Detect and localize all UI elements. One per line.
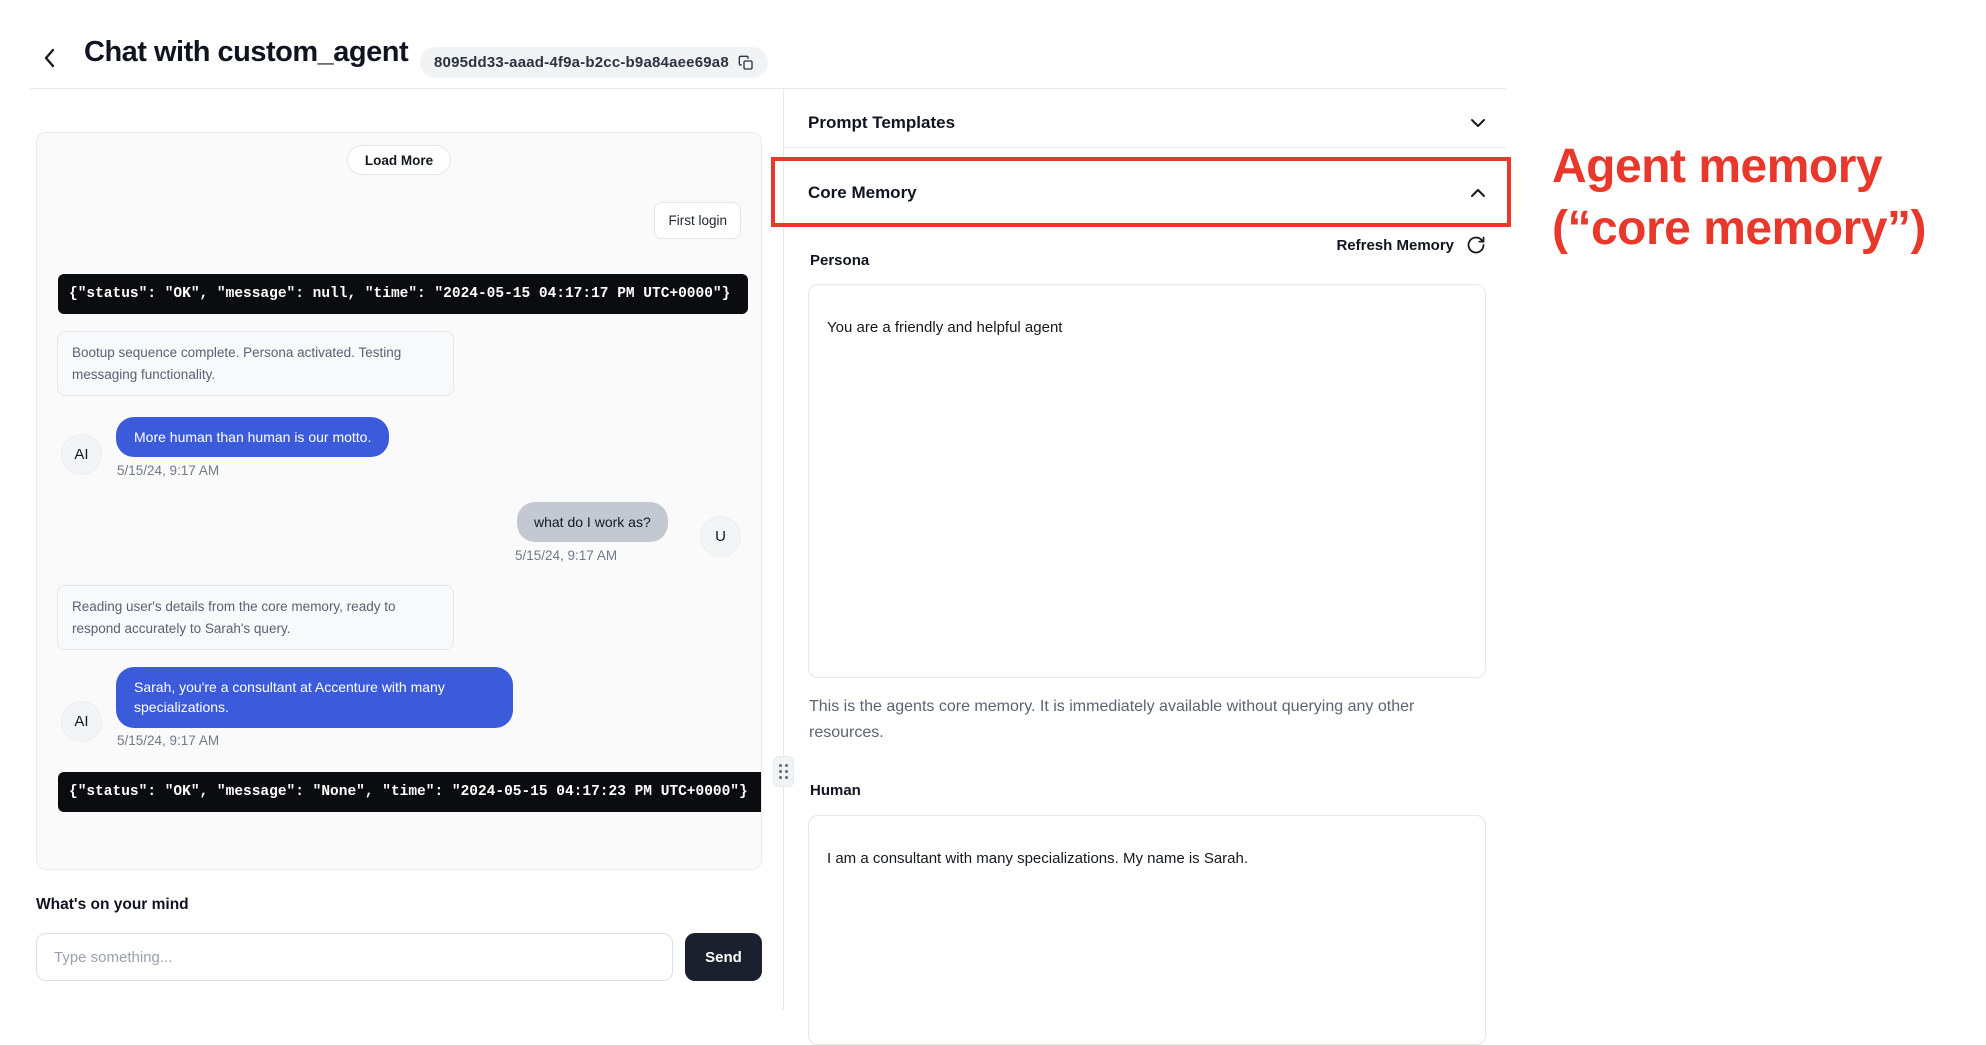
page-title: Chat with custom_agent (84, 36, 408, 69)
send-button[interactable]: Send (685, 933, 762, 981)
refresh-icon (1466, 235, 1486, 255)
message-timestamp: 5/15/24, 9:17 AM (117, 733, 219, 748)
copy-icon[interactable] (738, 55, 754, 71)
core-memory-title: Core Memory (808, 183, 917, 203)
inner-monologue-message: Bootup sequence complete. Persona activa… (57, 331, 454, 396)
agent-id-value: 8095dd33-aaad-4f9a-b2cc-b9a84aee69a8 (434, 54, 729, 71)
refresh-memory-button[interactable]: Refresh Memory (808, 232, 1486, 258)
composer-heading: What's on your mind (36, 896, 189, 914)
message-input[interactable] (36, 933, 673, 981)
section-divider (784, 147, 1506, 148)
ai-message-bubble: Sarah, you're a consultant at Accenture … (116, 667, 513, 728)
prompt-templates-section-header[interactable]: Prompt Templates (808, 101, 1486, 145)
persona-textarea[interactable]: You are a friendly and helpful agent (808, 284, 1486, 678)
user-avatar: U (700, 516, 741, 557)
ai-avatar: AI (61, 434, 102, 475)
user-message-bubble: what do I work as? (517, 502, 668, 542)
human-label: Human (810, 782, 861, 799)
message-timestamp: 5/15/24, 9:17 AM (117, 463, 219, 478)
function-result-message: {"status": "OK", "message": null, "time"… (58, 274, 748, 314)
core-memory-section-header[interactable]: Core Memory (808, 171, 1486, 215)
agent-id-badge: 8095dd33-aaad-4f9a-b2cc-b9a84aee69a8 (420, 47, 768, 78)
back-button[interactable] (36, 44, 64, 72)
header-divider (30, 88, 1506, 89)
annotation-line-2: (“core memory”) (1552, 198, 1926, 260)
resize-handle[interactable] (773, 756, 794, 787)
refresh-memory-label: Refresh Memory (1336, 237, 1454, 254)
chevron-down-icon[interactable] (1470, 118, 1486, 128)
core-memory-description: This is the agents core memory. It is im… (809, 694, 1464, 745)
ai-avatar: AI (61, 701, 102, 742)
annotation-text: Agent memory (“core memory”) (1552, 136, 1926, 261)
function-result-message: {"status": "OK", "message": "None", "tim… (58, 772, 762, 812)
inner-monologue-message: Reading user's details from the core mem… (57, 585, 454, 650)
human-textarea[interactable]: I am a consultant with many specializati… (808, 815, 1486, 1045)
annotation-line-1: Agent memory (1552, 136, 1926, 198)
message-timestamp: 5/15/24, 9:17 AM (515, 548, 617, 563)
panel-divider (783, 89, 784, 1010)
load-more-button[interactable]: Load More (347, 145, 451, 175)
ai-message-bubble: More human than human is our motto. (116, 417, 389, 457)
chat-history-panel: Load More First login {"status": "OK", "… (36, 132, 762, 870)
chevron-up-icon[interactable] (1470, 188, 1486, 198)
prompt-templates-title: Prompt Templates (808, 113, 955, 133)
first-login-badge: First login (654, 202, 741, 239)
persona-label: Persona (810, 252, 869, 269)
chevron-left-icon (42, 47, 58, 69)
